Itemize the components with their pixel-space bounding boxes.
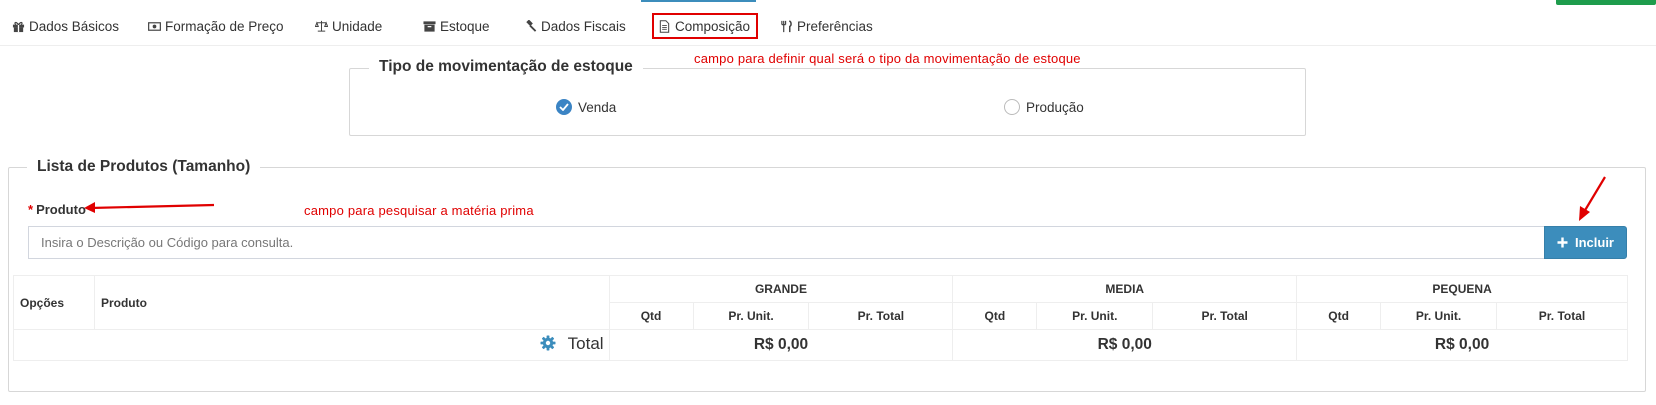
col-header-unit-price: Pr. Unit. (692, 302, 810, 330)
product-label-text: Produto (36, 202, 86, 217)
add-button-label: Incluir (1574, 235, 1614, 250)
tab-formacao-preco[interactable]: Formação de Preço (148, 14, 284, 38)
product-list-legend: Lista de Produtos (Tamanho) (27, 158, 261, 176)
col-header-options: Opções (13, 275, 95, 330)
composition-table: Opções Produto GRANDE MEDIA PEQUENA Qtd … (13, 275, 1629, 361)
col-header-unit-price: Pr. Unit. (1380, 302, 1497, 330)
file-text-icon (659, 19, 670, 33)
gavel-icon (526, 19, 537, 32)
money-icon (148, 21, 161, 31)
col-header-qtd: Qtd (1296, 302, 1382, 330)
col-header-total-price: Pr. Total (808, 302, 954, 330)
size-header-grande: GRANDE (608, 275, 954, 303)
total-label-cell: Total (13, 329, 610, 361)
radio-venda[interactable]: Venda (556, 99, 616, 115)
col-header-total-price: Pr. Total (1495, 302, 1629, 330)
tab-label: Dados Fiscais (541, 18, 626, 34)
radio-label: Venda (578, 99, 617, 115)
col-header-qtd: Qtd (952, 302, 1038, 330)
add-product-button[interactable]: Incluir (1544, 226, 1627, 259)
tab-composicao[interactable]: Composição (652, 13, 759, 39)
col-header-product: Produto (93, 275, 610, 330)
stock-movement-legend: Tipo de movimentação de estoque (369, 58, 643, 76)
radio-unchecked-icon[interactable] (1004, 99, 1020, 115)
col-header-qtd: Qtd (608, 302, 694, 330)
tab-unidade[interactable]: Unidade (315, 14, 382, 38)
balance-scale-icon (315, 20, 328, 32)
gear-icon[interactable] (540, 335, 556, 356)
gift-icon (12, 21, 25, 32)
product-field-label: * Produto (28, 202, 86, 217)
tab-dados-fiscais[interactable]: Dados Fiscais (524, 14, 626, 38)
tab-dados-basicos[interactable]: Dados Básicos (12, 14, 119, 38)
tab-label: Dados Básicos (29, 18, 120, 34)
tab-label: Unidade (332, 18, 383, 34)
tab-label: Formação de Preço (165, 18, 284, 34)
tab-label: Composição (675, 18, 751, 34)
product-search-input[interactable] (28, 226, 1545, 259)
tab-estoque[interactable]: Estoque (423, 14, 490, 38)
tab-label: Estoque (440, 18, 490, 34)
stock-movement-fieldset (349, 68, 1306, 136)
active-tab-indicator (641, 0, 756, 2)
radio-producao[interactable]: Produção (1004, 99, 1084, 115)
radio-label: Produção (1026, 99, 1084, 115)
annotation-stock-movement: campo para definir qual será o tipo da m… (694, 51, 1081, 66)
tab-bar: Dados Básicos Formação de Preço Unidade … (0, 0, 1656, 46)
cutlery-icon (781, 19, 792, 32)
radio-checked-icon[interactable] (556, 99, 572, 115)
size-header-pequena: PEQUENA (1296, 275, 1628, 303)
archive-icon (423, 20, 436, 32)
required-mark: * (28, 202, 34, 217)
col-header-total-price: Pr. Total (1152, 302, 1298, 330)
col-header-unit-price: Pr. Unit. (1036, 302, 1154, 330)
tab-label: Preferências (797, 18, 873, 34)
total-value-media: R$ 0,00 (952, 329, 1298, 361)
tab-preferencias[interactable]: Preferências (780, 14, 873, 38)
green-action-button[interactable] (1556, 0, 1656, 5)
total-label: Total (567, 334, 604, 354)
total-value-grande: R$ 0,00 (608, 329, 954, 361)
plus-icon (1557, 237, 1568, 248)
table-total-row: Total R$ 0,00 R$ 0,00 R$ 0,00 (13, 329, 1628, 361)
total-value-pequena: R$ 0,00 (1296, 329, 1628, 361)
size-header-media: MEDIA (952, 275, 1298, 303)
